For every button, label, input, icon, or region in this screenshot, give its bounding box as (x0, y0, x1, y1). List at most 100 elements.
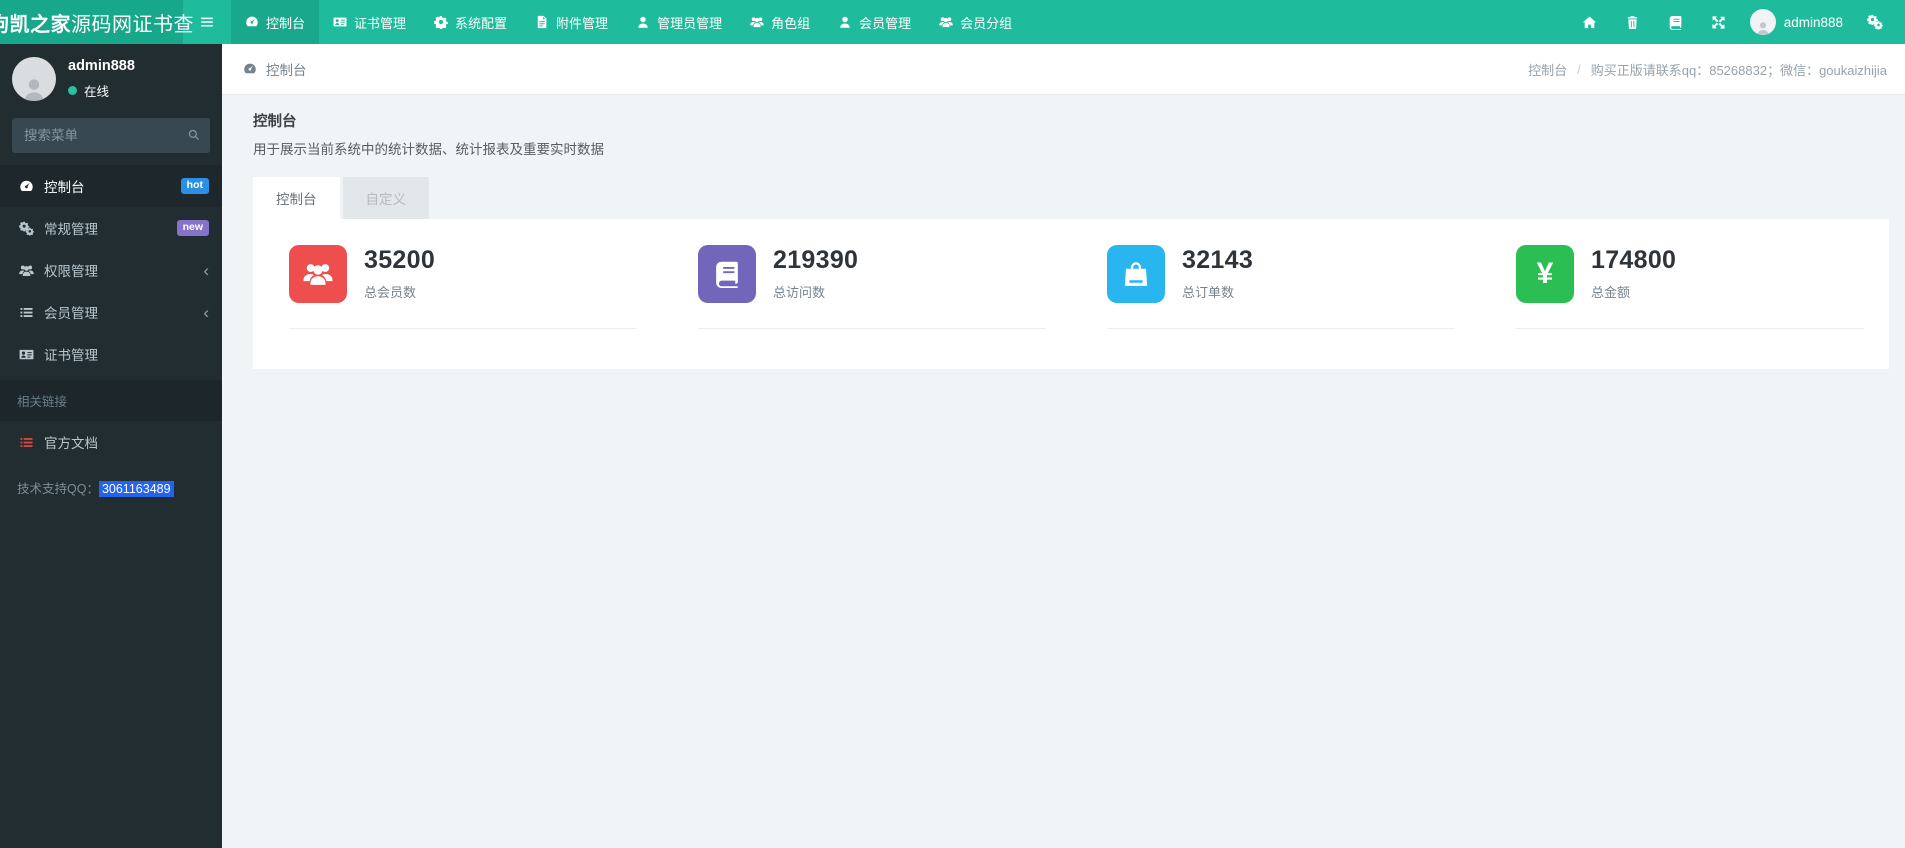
sidebar-item-certificates[interactable]: 证书管理 (0, 333, 222, 375)
support-qq-label: 技术支持QQ： (17, 482, 99, 496)
tab-bar: 控制台 自定义 (253, 177, 1889, 219)
sidebar-menu: 控制台 hot 常规管理 new 权限管理 ‹ 会员管理 ‹ 证书管理 (0, 165, 222, 375)
nav-item-certificates[interactable]: 证书管理 (319, 0, 420, 44)
log-icon[interactable] (1654, 0, 1697, 44)
trash-icon[interactable] (1611, 0, 1654, 44)
sidebar-toggle-button[interactable] (183, 0, 231, 44)
gear-icon (434, 15, 448, 29)
sidebar-item-label: 常规管理 (44, 222, 98, 237)
online-dot-icon (68, 86, 77, 95)
stat-label: 总订单数 (1182, 285, 1235, 300)
page-subtitle: 用于展示当前系统中的统计数据、统计报表及重要实时数据 (253, 142, 604, 157)
sidebar-item-label: 会员管理 (44, 306, 98, 321)
main-area: 控制台 控制台 / 购买正版请联系qq：85268832；微信：goukaizh… (222, 0, 1905, 369)
nav-item-label: 会员管理 (859, 15, 912, 31)
chevron-left-icon: ‹ (203, 302, 209, 322)
sidebar-section-header: 相关链接 (0, 380, 222, 421)
cogs-icon (17, 220, 35, 236)
fullscreen-icon[interactable] (1697, 0, 1740, 44)
tab-custom[interactable]: 自定义 (342, 177, 429, 219)
sidebar-links: 官方文档 (0, 421, 222, 463)
cogs-icon[interactable] (1853, 0, 1897, 44)
stat-label: 总会员数 (364, 285, 417, 300)
users-icon (750, 15, 764, 29)
divider (1516, 328, 1864, 329)
navbar-right-tools: admin888 (1568, 0, 1905, 44)
nav-item-label: 角色组 (771, 15, 811, 31)
hamburger-icon (199, 14, 215, 30)
yen-glyph: ¥ (1536, 257, 1554, 290)
top-nav-menu: 控制台 证书管理 系统配置 附件管理 管理员管理 角色组 会员管理 会员分组 (231, 0, 1026, 44)
sidebar-item-official-docs[interactable]: 官方文档 (0, 421, 222, 463)
user-menu[interactable]: admin888 (1740, 0, 1853, 44)
nav-item-label: 附件管理 (556, 15, 609, 31)
shopping-bag-icon (1107, 245, 1165, 303)
sidebar-item-permissions[interactable]: 权限管理 ‹ (0, 249, 222, 291)
stat-label: 总访问数 (773, 285, 826, 300)
sidebar-search (12, 118, 210, 153)
divider (289, 328, 637, 329)
current-page-label: 控制台 (266, 63, 307, 78)
home-icon[interactable] (1568, 0, 1611, 44)
sidebar-username: admin888 (68, 58, 135, 74)
nav-item-label: 会员分组 (960, 15, 1013, 31)
list-icon (17, 435, 35, 450)
content-topbar: 控制台 控制台 / 购买正版请联系qq：85268832；微信：goukaizh… (222, 44, 1905, 95)
nav-item-role-groups[interactable]: 角色组 (736, 0, 824, 44)
avatar (1749, 9, 1776, 35)
new-badge: new (176, 219, 209, 237)
sidebar-item-label: 权限管理 (44, 264, 98, 279)
nav-item-member-groups[interactable]: 会员分组 (925, 0, 1026, 44)
stat-card-amount: ¥ 174800 总金额 (1480, 245, 1889, 329)
user-icon (838, 15, 852, 29)
app-logo: 狗凯之家源码网证书查 (0, 0, 194, 44)
search-icon[interactable] (187, 128, 201, 142)
breadcrumb-separator: / (1577, 61, 1581, 77)
users-icon (939, 15, 953, 29)
sidebar-item-members[interactable]: 会员管理 ‹ (0, 291, 222, 333)
nav-item-dashboard[interactable]: 控制台 (231, 0, 320, 44)
tab-dashboard[interactable]: 控制台 (253, 177, 340, 219)
list-icon (17, 305, 35, 320)
avatar (12, 57, 56, 101)
book-icon (698, 245, 756, 303)
nav-item-label: 系统配置 (455, 15, 508, 31)
logo-bold-text: 狗凯之家 (0, 13, 71, 36)
user-icon (636, 15, 650, 29)
divider (1107, 328, 1455, 329)
current-page: 控制台 (243, 59, 307, 79)
breadcrumb-page[interactable]: 控制台 (1528, 60, 1567, 79)
file-icon (535, 15, 549, 29)
stat-card-orders: 32143 总订单数 (1071, 245, 1480, 329)
breadcrumb: 控制台 / 购买正版请联系qq：85268832；微信：goukaizhijia (1528, 60, 1887, 79)
users-icon (289, 245, 347, 303)
stat-value: 32143 (1182, 246, 1254, 274)
sidebar: admin888 在线 控制台 hot 常规管理 new 权限管理 ‹ 会员管理… (0, 44, 222, 848)
online-status-label: 在线 (84, 85, 110, 99)
search-input[interactable] (12, 118, 210, 153)
hot-badge: hot (180, 177, 209, 195)
users-icon (17, 263, 35, 278)
breadcrumb-note: 购买正版请联系qq：85268832；微信：goukaizhijia (1590, 62, 1887, 78)
top-navbar: 狗凯之家源码网证书查 控制台 证书管理 系统配置 附件管理 管理员管理 角色组 … (0, 0, 1905, 44)
nav-item-members[interactable]: 会员管理 (824, 0, 925, 44)
gauge-icon (243, 62, 257, 76)
stat-value: 174800 (1591, 246, 1677, 274)
nav-item-label: 证书管理 (354, 15, 407, 31)
gauge-icon (17, 179, 35, 194)
nav-item-system-config[interactable]: 系统配置 (420, 0, 521, 44)
id-card-icon (17, 347, 35, 362)
yen-icon: ¥ (1516, 245, 1574, 303)
support-qq: 技术支持QQ： 3061163489 (0, 463, 222, 512)
support-qq-number: 3061163489 (98, 481, 174, 497)
sidebar-item-dashboard[interactable]: 控制台 hot (0, 165, 222, 207)
username-label: admin888 (1783, 14, 1843, 30)
sidebar-item-general[interactable]: 常规管理 new (0, 207, 222, 249)
stats-panel: 35200 总会员数 219390 总访问数 32143 总订单数 ¥ 1748… (253, 219, 1889, 369)
nav-item-attachments[interactable]: 附件管理 (521, 0, 622, 44)
stat-card-members: 35200 总会员数 (253, 245, 662, 329)
stat-label: 总金额 (1591, 285, 1631, 300)
sidebar-item-label: 控制台 (44, 180, 85, 195)
stat-value: 35200 (364, 246, 436, 274)
nav-item-admins[interactable]: 管理员管理 (622, 0, 736, 44)
